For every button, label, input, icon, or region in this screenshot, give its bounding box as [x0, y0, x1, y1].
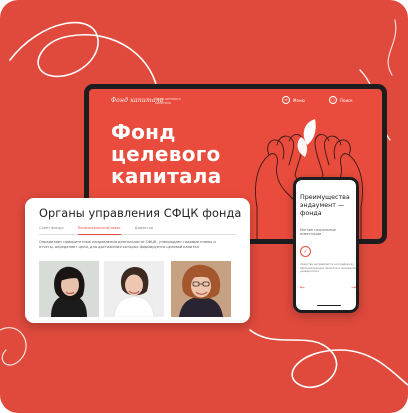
hero-title: Фонд целевого капитала	[111, 121, 222, 187]
panel-tabs: Совет фонда Попечительский совет Директо…	[39, 226, 236, 235]
hero-title-line: Фонд	[111, 120, 176, 144]
arrow-left-icon[interactable]: ←	[300, 284, 305, 291]
search-button[interactable]: ○ Поиск	[329, 96, 353, 104]
site-logo-subtitle: Фонд целевого капитала	[155, 97, 181, 105]
home-indicator	[317, 304, 341, 306]
slider-controls: ← →	[300, 284, 356, 291]
governance-panel: Органы управления СФЦК фонда Совет фонда…	[25, 198, 250, 323]
phone-title: Преимущества эндаумент — фонда	[300, 194, 350, 217]
search-icon: ○	[329, 96, 337, 104]
woman-dark-hair-photo[interactable]	[39, 261, 99, 317]
hero-title-line: капитала	[111, 164, 222, 188]
menu-icon: ≡	[282, 96, 290, 104]
portrait-illustration	[104, 261, 164, 317]
portrait-illustration	[39, 261, 99, 317]
hero-card: Фонд капитала Фонд целевого капитала ≡ М…	[0, 0, 408, 413]
woman-white-blouse-photo[interactable]	[104, 261, 164, 317]
tab-council[interactable]: Совет фонда	[39, 226, 64, 234]
panel-description: Определяет приоритетные направления деят…	[39, 240, 216, 250]
tab-director[interactable]: Директор	[135, 226, 153, 234]
site-header: Фонд капитала Фонд целевого капитала ≡ М…	[89, 89, 382, 115]
tab-board-of-trustees[interactable]: Попечительский совет	[77, 226, 121, 235]
menu-label: Меню	[293, 97, 305, 103]
arrow-right-icon[interactable]: →	[351, 284, 356, 291]
phone-body-text: Средства направляются на поддержку образ…	[300, 263, 356, 274]
search-label: Поиск	[340, 97, 353, 103]
hero-title-line: целевого	[111, 142, 221, 166]
portrait-illustration	[171, 261, 231, 317]
panel-title: Органы управления СФЦК фонда	[39, 207, 242, 220]
phone-subtitle: Мягкие социальные инвестиции	[300, 228, 336, 237]
phone-mockup: Преимущества эндаумент — фонда Мягкие со…	[293, 177, 359, 313]
benefit-icon: ✓	[300, 246, 311, 257]
menu-button[interactable]: ≡ Меню	[282, 96, 305, 104]
woman-glasses-photo[interactable]	[171, 261, 231, 317]
